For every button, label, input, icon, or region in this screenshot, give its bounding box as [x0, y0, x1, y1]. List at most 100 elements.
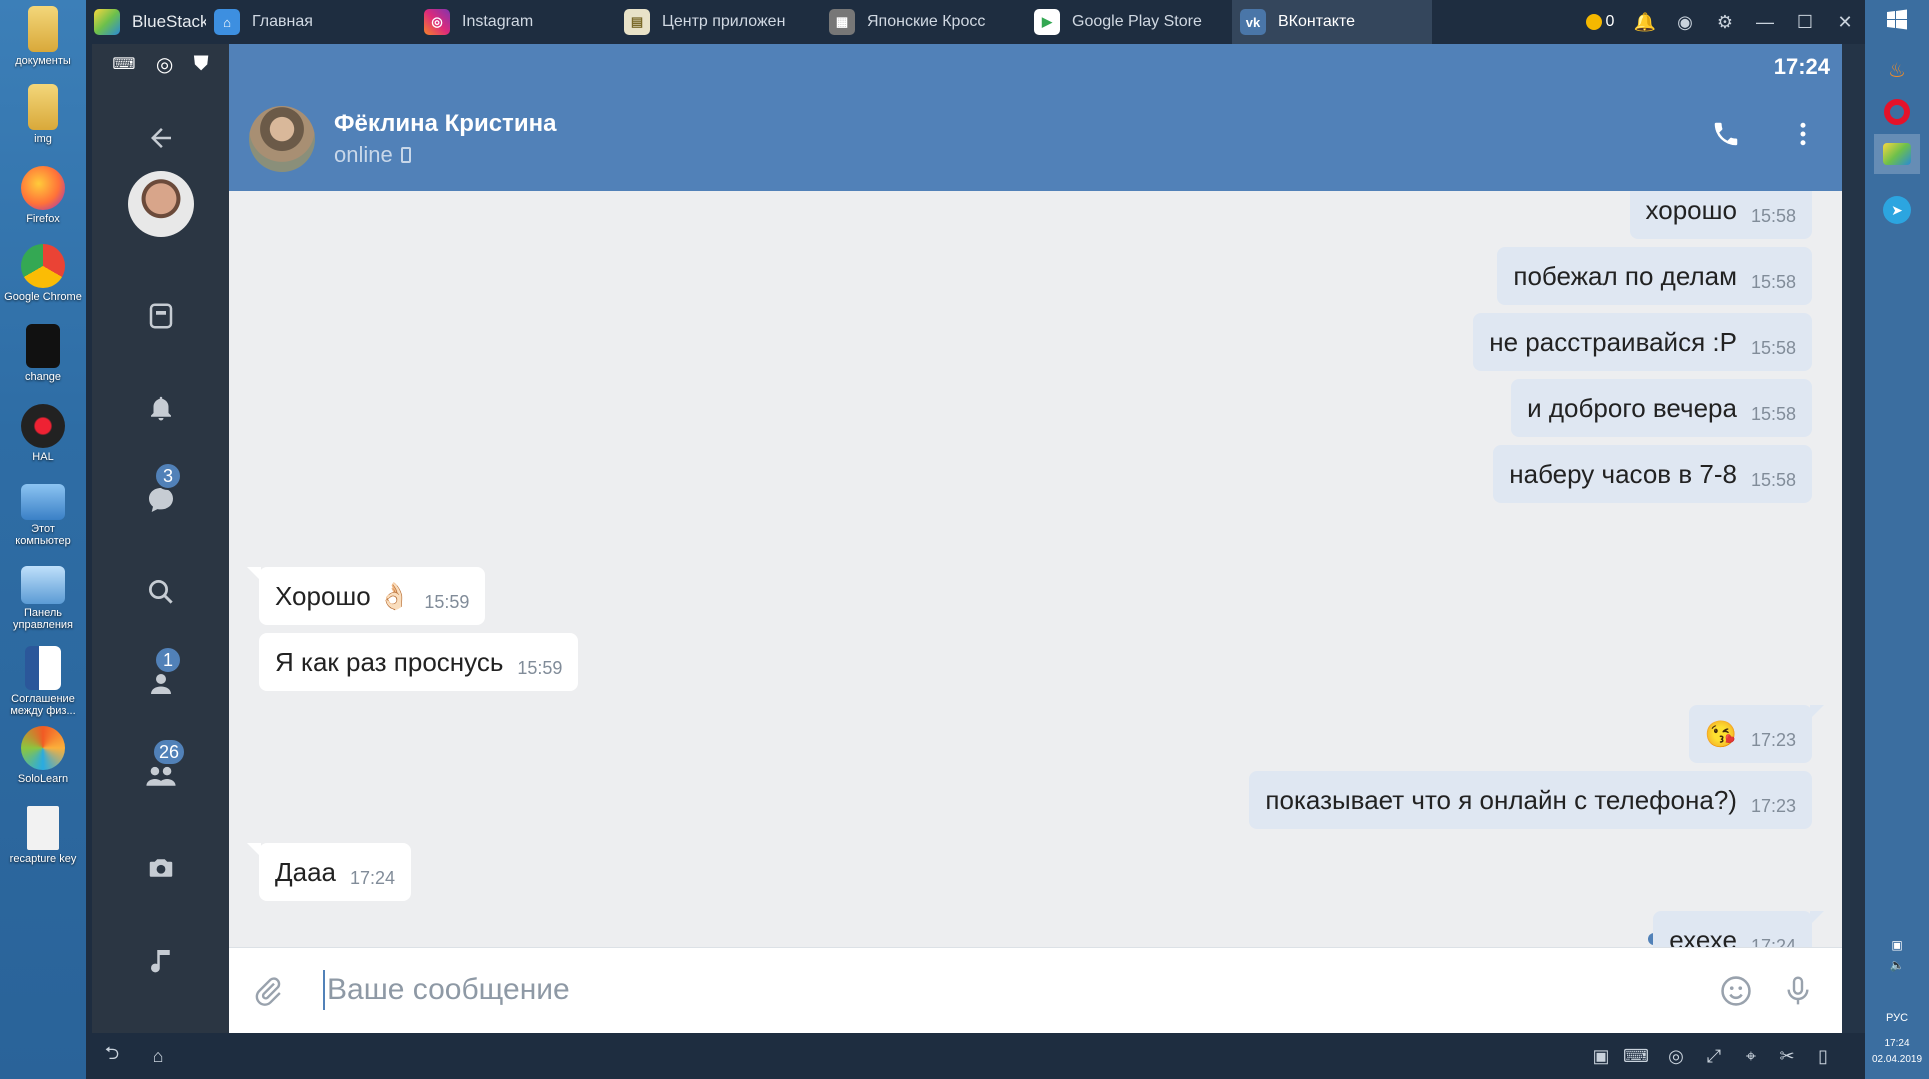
- message-incoming[interactable]: Я как раз проснусь 15:59: [259, 633, 579, 691]
- bluestacks-brand[interactable]: BlueStacks: [86, 0, 206, 44]
- chrome-icon: [21, 244, 65, 288]
- desktop-icon-change[interactable]: change: [4, 324, 82, 383]
- hal-icon: [21, 404, 65, 448]
- message-outgoing[interactable]: не расстраивайся :P 15:58: [1473, 313, 1812, 371]
- message-outgoing[interactable]: показывает что я онлайн с телефона?) 17:2…: [1249, 771, 1812, 829]
- eye-icon[interactable]: ◎: [1658, 1033, 1694, 1079]
- bluestacks-taskbar-icon[interactable]: [1874, 134, 1920, 174]
- tab-instagram[interactable]: ◎ Instagram: [416, 0, 606, 44]
- close-icon[interactable]: ✕: [1825, 0, 1865, 44]
- desktop-icon-chrome[interactable]: Google Chrome: [4, 244, 82, 303]
- chat-header: 17:24 Фёклина Кристина online: [229, 44, 1842, 191]
- desktop-left: документы img Firefox Google Chrome chan…: [0, 0, 86, 1079]
- message-input[interactable]: Ваше сообщение: [323, 970, 570, 1010]
- bluestacks-tabbar: BlueStacks ⌂ Главная ◎ Instagram ▤ Центр…: [86, 0, 1865, 44]
- minimize-icon[interactable]: —: [1745, 0, 1785, 44]
- android-back-icon[interactable]: ⮌: [92, 1033, 132, 1079]
- android-home-icon[interactable]: ⌂: [138, 1033, 178, 1079]
- language-indicator[interactable]: РУС: [1865, 1012, 1929, 1024]
- firefox-dev-icon: [26, 324, 60, 368]
- friends-badge: 1: [154, 646, 182, 674]
- desktop-icon-control-panel[interactable]: Панель управления: [4, 566, 82, 631]
- nav-music[interactable]: [92, 932, 229, 988]
- bluestacks-logo-icon: [94, 9, 120, 35]
- tab-play-store[interactable]: ▶ Google Play Store: [1026, 0, 1226, 44]
- nav-messages[interactable]: 3: [92, 462, 229, 528]
- call-button[interactable]: [1698, 106, 1754, 162]
- tab-app-center[interactable]: ▤ Центр приложен: [616, 0, 816, 44]
- bluestacks-window: BlueStacks ⌂ Главная ◎ Instagram ▤ Центр…: [86, 0, 1865, 1079]
- my-profile-avatar[interactable]: [92, 164, 229, 244]
- nav-search[interactable]: [92, 564, 229, 620]
- word-doc-icon: [25, 646, 61, 690]
- camera-icon: [149, 859, 172, 877]
- rotate-device-icon[interactable]: ▯: [1806, 1033, 1840, 1079]
- groups-badge: 26: [152, 738, 187, 766]
- settings-gear-icon[interactable]: ⚙: [1705, 0, 1745, 44]
- voice-message-button[interactable]: [1769, 962, 1827, 1020]
- bluestacks-window-controls: 0 🔔 ◉ ⚙ — ☐ ✕: [1575, 0, 1865, 44]
- nav-friends[interactable]: 1: [92, 646, 229, 712]
- crossword-icon: ▦: [829, 9, 855, 35]
- contact-name[interactable]: Фёклина Кристина: [334, 110, 556, 138]
- network-icon[interactable]: ▣: [1865, 938, 1929, 952]
- desktop-icon-img[interactable]: img: [4, 84, 82, 145]
- nav-news[interactable]: [92, 288, 229, 344]
- nav-photos[interactable]: [92, 840, 229, 896]
- tab-vkontakte[interactable]: vk ВКонтакте: [1232, 0, 1432, 44]
- message-outgoing[interactable]: хорошо 15:58: [1629, 191, 1812, 239]
- windows-taskbar: ♨ ➤ ▣ 🔈 РУС 17:24 02.04.2019: [1865, 0, 1929, 1079]
- emoji-button[interactable]: [1707, 962, 1765, 1020]
- desktop-icon-firefox[interactable]: Firefox: [4, 166, 82, 225]
- desktop-icon-word-doc[interactable]: Соглашение между физ...: [4, 646, 82, 717]
- message-outgoing[interactable]: побежал по делам 15:58: [1497, 247, 1812, 305]
- desktop-icon-hal[interactable]: HAL: [4, 404, 82, 463]
- attach-button[interactable]: [239, 962, 297, 1020]
- account-icon[interactable]: ◉: [1665, 0, 1705, 44]
- fullscreen-icon[interactable]: ⤢: [1696, 1033, 1732, 1079]
- contact-avatar[interactable]: [249, 106, 315, 172]
- windows-start-icon[interactable]: [1874, 0, 1920, 40]
- keyboard-mapping-icon[interactable]: ⌨: [1616, 1033, 1656, 1079]
- tray-icons: ▣ 🔈: [1865, 938, 1929, 972]
- avatar: [127, 171, 194, 237]
- location-pin-icon[interactable]: ⌖: [1734, 1033, 1768, 1079]
- scissors-icon[interactable]: ✂: [1770, 1033, 1804, 1079]
- app-center-icon: ▤: [624, 9, 650, 35]
- message-outgoing[interactable]: и доброго вечера 15:58: [1511, 379, 1812, 437]
- message-outgoing[interactable]: 😘 17:23: [1688, 705, 1825, 763]
- message-list[interactable]: хорошо 15:58 побежал по делам 15:58 не рас…: [229, 191, 1842, 947]
- back-button[interactable]: [92, 110, 229, 166]
- windows-logo-icon: [1887, 9, 1907, 30]
- more-menu-button[interactable]: [1775, 106, 1831, 162]
- notifications-bell-icon[interactable]: 🔔: [1625, 0, 1665, 44]
- volume-icon[interactable]: 🔈: [1865, 958, 1929, 972]
- taskbar-app-fire-icon[interactable]: ♨: [1874, 50, 1920, 90]
- search-icon: [148, 580, 173, 604]
- vk-icon: vk: [1240, 9, 1266, 35]
- desktop-icon-this-pc[interactable]: Этот компьютер: [4, 484, 82, 547]
- message-outgoing[interactable]: наберу часов в 7-8 15:58: [1493, 445, 1812, 503]
- firefox-icon: [21, 166, 65, 210]
- folder-icon: [28, 84, 58, 130]
- bell-icon: [150, 396, 171, 421]
- message-incoming[interactable]: Дааа 17:24: [246, 843, 412, 901]
- sololearn-icon: [21, 726, 65, 770]
- desktop-icon-sololearn[interactable]: SoloLearn: [4, 726, 82, 785]
- desktop-icon-documents[interactable]: документы: [4, 6, 82, 67]
- maximize-icon[interactable]: ☐: [1785, 0, 1825, 44]
- opera-icon[interactable]: [1874, 92, 1920, 132]
- message-outgoing[interactable]: ехехе 17:24: [1653, 911, 1824, 947]
- contact-status: online: [334, 142, 411, 168]
- tab-home[interactable]: ⌂ Главная: [206, 0, 406, 44]
- taskbar-clock[interactable]: 17:24: [1865, 1038, 1929, 1049]
- desktop-icon-recapture-key[interactable]: recapture key: [4, 806, 82, 865]
- telegram-icon[interactable]: ➤: [1874, 190, 1920, 230]
- message-incoming[interactable]: Хорошо 👌🏻 15:59: [246, 567, 486, 625]
- taskbar-date[interactable]: 02.04.2019: [1865, 1054, 1929, 1065]
- coins-counter[interactable]: 0: [1575, 0, 1625, 44]
- tab-crosswords[interactable]: ▦ Японские Кросс: [821, 0, 1021, 44]
- nav-notifications[interactable]: [92, 380, 229, 436]
- multi-instance-icon[interactable]: ▣: [1586, 1033, 1616, 1079]
- nav-groups[interactable]: 26: [92, 738, 229, 804]
